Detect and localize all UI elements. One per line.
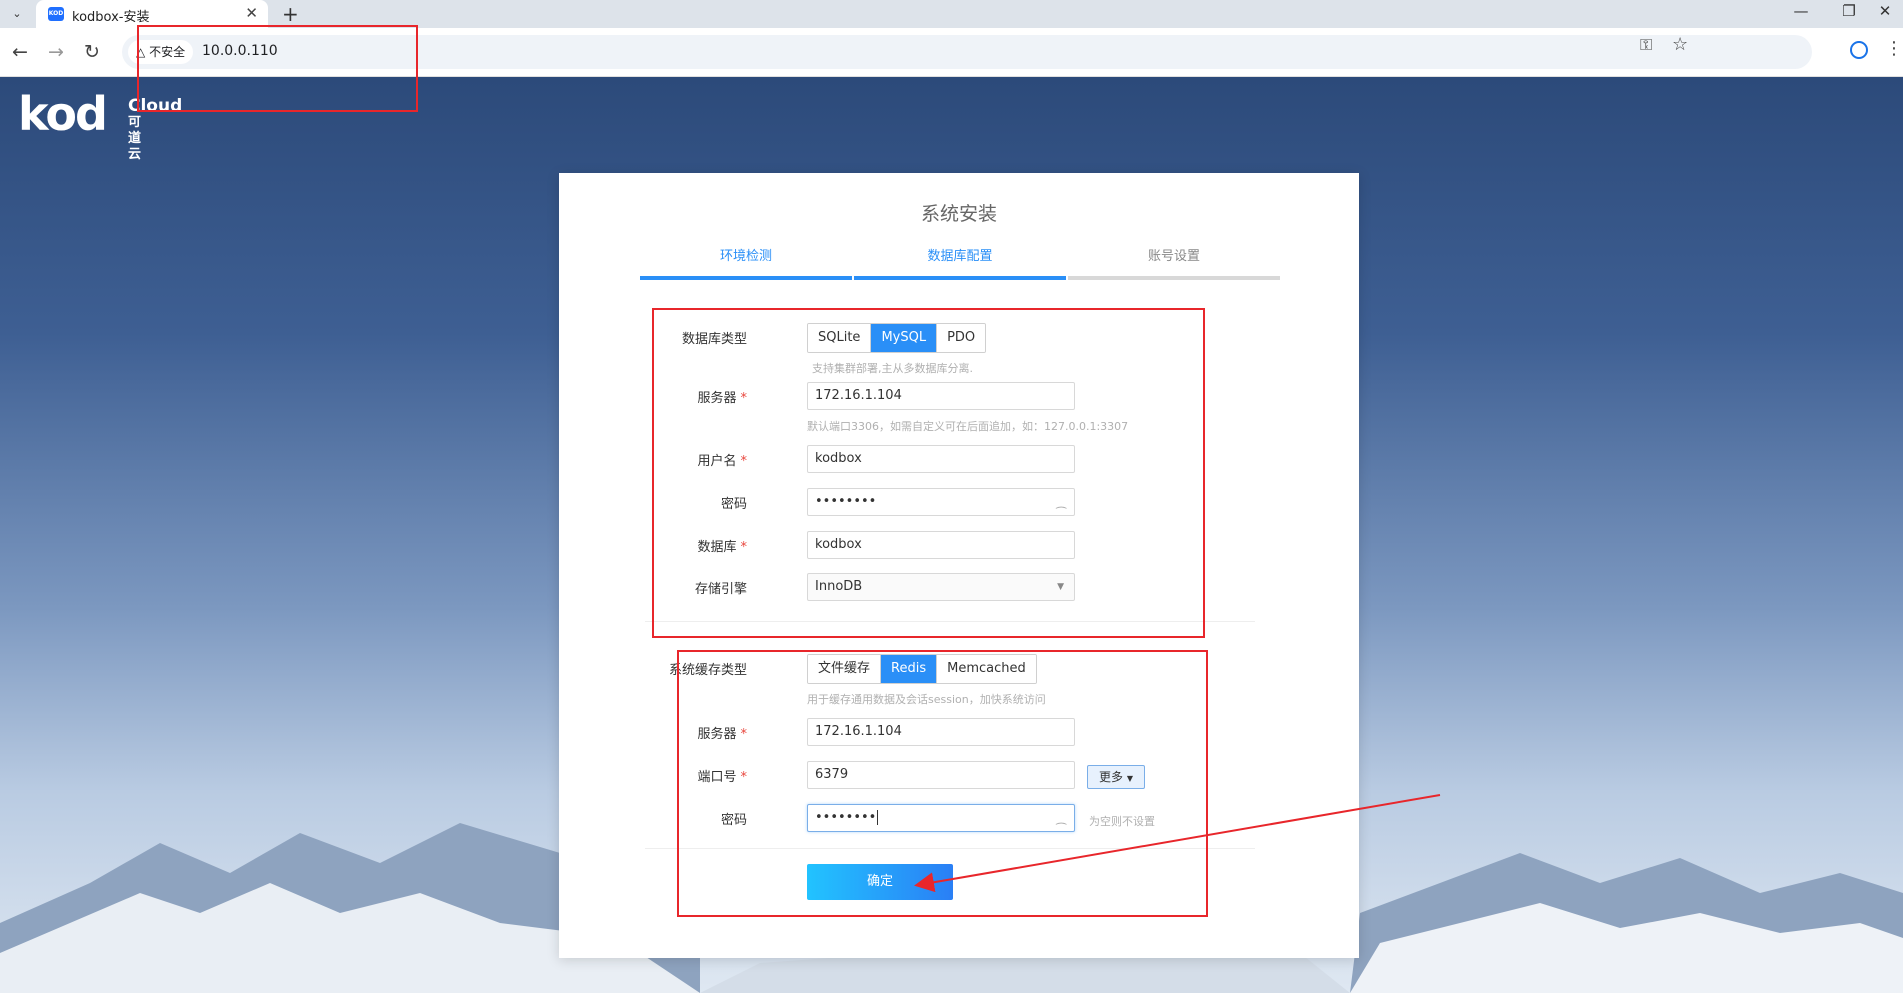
- annotation-database-box: [652, 308, 1205, 638]
- step-environment-progress: [640, 276, 852, 280]
- kod-favicon-icon: KOD: [48, 7, 64, 21]
- page-title: 系统安装: [920, 203, 997, 225]
- step-account-progress: [1068, 276, 1280, 280]
- step-account-settings[interactable]: 账号设置: [1068, 245, 1280, 264]
- window-close-icon[interactable]: ✕: [1867, 2, 1903, 20]
- logo-chinese-text: 可道云: [128, 115, 142, 162]
- restore-icon[interactable]: ❐: [1831, 2, 1867, 20]
- browser-tab-strip: ⌄ KOD kodbox-安装 ✕ + — ❐ ✕: [0, 0, 1903, 28]
- tab-close-icon[interactable]: ✕: [245, 4, 258, 22]
- step-environment-check[interactable]: 环境检测: [640, 245, 852, 264]
- arrow-right-icon[interactable]: →: [44, 40, 68, 64]
- minimize-icon[interactable]: —: [1783, 2, 1819, 20]
- logo-wordmark: kod: [18, 87, 108, 141]
- annotation-cache-box: [677, 650, 1208, 917]
- new-tab-plus-icon[interactable]: +: [282, 2, 299, 26]
- tab-search-chevron-icon[interactable]: ⌄: [6, 4, 28, 24]
- reload-icon[interactable]: ↻: [80, 40, 104, 64]
- star-icon[interactable]: ☆: [1672, 34, 1688, 55]
- profile-icon[interactable]: [1850, 41, 1868, 59]
- key-icon[interactable]: ⚿: [1640, 35, 1652, 55]
- kod-cloud-logo: kod Cloud 可道云: [18, 87, 182, 162]
- step-database-config[interactable]: 数据库配置: [854, 245, 1066, 264]
- browser-tab[interactable]: KOD kodbox-安装 ✕: [36, 0, 268, 28]
- tab-title: kodbox-安装: [72, 10, 150, 25]
- annotation-url-box: [137, 25, 418, 112]
- vertical-dots-icon[interactable]: ⋮: [1885, 38, 1903, 59]
- arrow-left-icon[interactable]: ←: [8, 40, 32, 64]
- step-database-progress: [854, 276, 1066, 280]
